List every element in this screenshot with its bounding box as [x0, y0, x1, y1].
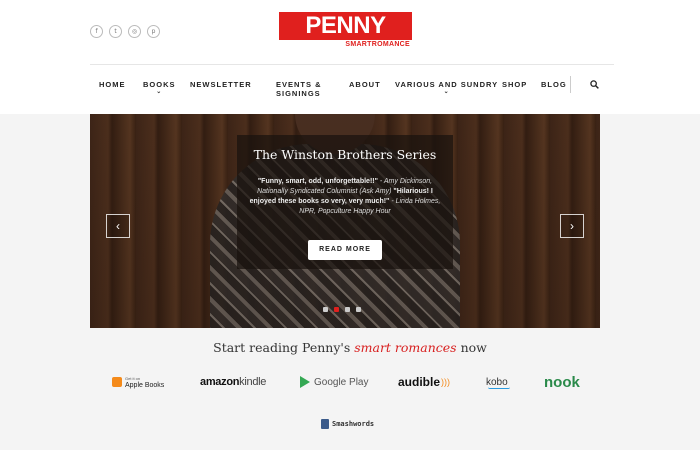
amazon-text: amazon: [200, 376, 240, 388]
kobo-link[interactable]: kobo: [486, 370, 510, 394]
quote-1: "Funny, smart, odd, unforgettable!!": [257, 178, 378, 185]
nook-link[interactable]: nook: [544, 370, 580, 394]
site-logo[interactable]: PENNY Reid SMARTROMANCE: [279, 12, 412, 67]
apple-books-icon: [112, 377, 122, 387]
store-links: Get it on Apple Books amazonkindle Google…: [110, 370, 590, 394]
nav-blog[interactable]: BLOG: [541, 80, 567, 89]
read-more-button[interactable]: READ MORE: [308, 240, 382, 260]
slider-next-button[interactable]: ›: [560, 214, 584, 238]
nav-label: HOME: [99, 80, 126, 89]
audible-wave-icon: ))): [441, 377, 451, 387]
amazon-kindle-link[interactable]: amazonkindle: [200, 370, 266, 394]
google-play-label: Google Play: [314, 376, 369, 388]
social-links: f t ◎ p: [90, 25, 160, 38]
nav-label-line2: SIGNINGS: [276, 89, 321, 98]
header-divider: [90, 64, 614, 65]
kobo-smile-icon: [488, 387, 510, 389]
instagram-icon[interactable]: ◎: [128, 25, 141, 38]
apple-books-label: Get it on Apple Books: [125, 375, 164, 389]
hero-slider: The Winston Brothers Series "Funny, smar…: [90, 114, 600, 328]
main-nav: HOME BOOKS ⌄ NEWSLETTER EVENTS & SIGNINGS …: [90, 80, 614, 106]
nav-label: VARIOUS AND SUNDRY: [395, 80, 499, 89]
chevron-down-icon: ⌄: [156, 89, 163, 95]
nav-various-sundry[interactable]: VARIOUS AND SUNDRY ⌄: [395, 80, 498, 96]
nav-label: NEWSLETTER: [190, 80, 252, 89]
smashwords-icon: [321, 419, 329, 429]
kobo-label: kobo: [486, 376, 508, 388]
pinterest-icon[interactable]: p: [147, 25, 160, 38]
slide-caption-box: The Winston Brothers Series "Funny, smar…: [237, 135, 453, 269]
slider-pagination: [323, 307, 361, 312]
audible-link[interactable]: audible ))): [398, 370, 450, 394]
logo-tagline: SMARTROMANCE: [345, 41, 410, 48]
site-header: f t ◎ p PENNY Reid SMARTROMANCE HOME BOO…: [0, 0, 700, 114]
chevron-down-icon: ⌄: [443, 89, 450, 95]
nook-label: nook: [544, 373, 580, 391]
facebook-icon[interactable]: f: [90, 25, 103, 38]
slide-quote: "Funny, smart, odd, unforgettable!!" - A…: [247, 177, 443, 217]
nav-shop[interactable]: SHOP: [502, 80, 527, 89]
slider-dot[interactable]: [356, 307, 361, 312]
amazon-kindle-label: amazonkindle: [200, 376, 266, 388]
smashwords-label: Smashwords: [332, 420, 375, 428]
apple-books-small: Get it on: [125, 376, 141, 381]
nav-events-signings[interactable]: EVENTS & SIGNINGS: [276, 80, 322, 98]
nav-label: SHOP: [502, 80, 528, 89]
tagline-text: Start reading Penny's: [213, 340, 355, 355]
nav-books[interactable]: BOOKS ⌄: [143, 80, 176, 96]
tagline-highlight: smart romances: [354, 340, 457, 355]
kindle-text: kindle: [239, 376, 267, 388]
slide-title: The Winston Brothers Series: [253, 147, 437, 162]
apple-books-link[interactable]: Get it on Apple Books: [112, 370, 164, 394]
twitter-icon[interactable]: t: [109, 25, 122, 38]
slider-dot[interactable]: [345, 307, 350, 312]
nav-newsletter[interactable]: NEWSLETTER: [190, 80, 252, 89]
nav-label: BOOKS: [143, 80, 176, 89]
logo-text: PENNY Reid: [279, 12, 412, 67]
nav-about[interactable]: ABOUT: [349, 80, 381, 89]
slider-prev-button[interactable]: ‹: [106, 214, 130, 238]
store-tagline: Start reading Penny's smart romances now: [0, 340, 700, 355]
nav-label: EVENTS &: [276, 80, 322, 89]
smashwords-link[interactable]: Smashwords: [321, 419, 374, 429]
audible-label: audible: [398, 375, 441, 389]
nav-separator: [570, 76, 571, 93]
nav-home[interactable]: HOME: [99, 80, 126, 89]
nav-label: BLOG: [541, 80, 567, 89]
apple-books-text: Apple Books: [125, 382, 165, 389]
nav-label: ABOUT: [349, 80, 381, 89]
slider-dot[interactable]: [323, 307, 328, 312]
google-play-icon: [300, 376, 310, 388]
google-play-link[interactable]: Google Play: [300, 370, 368, 394]
search-icon[interactable]: [590, 80, 599, 89]
tagline-text-end: now: [456, 340, 487, 355]
slider-dot[interactable]: [334, 307, 339, 312]
